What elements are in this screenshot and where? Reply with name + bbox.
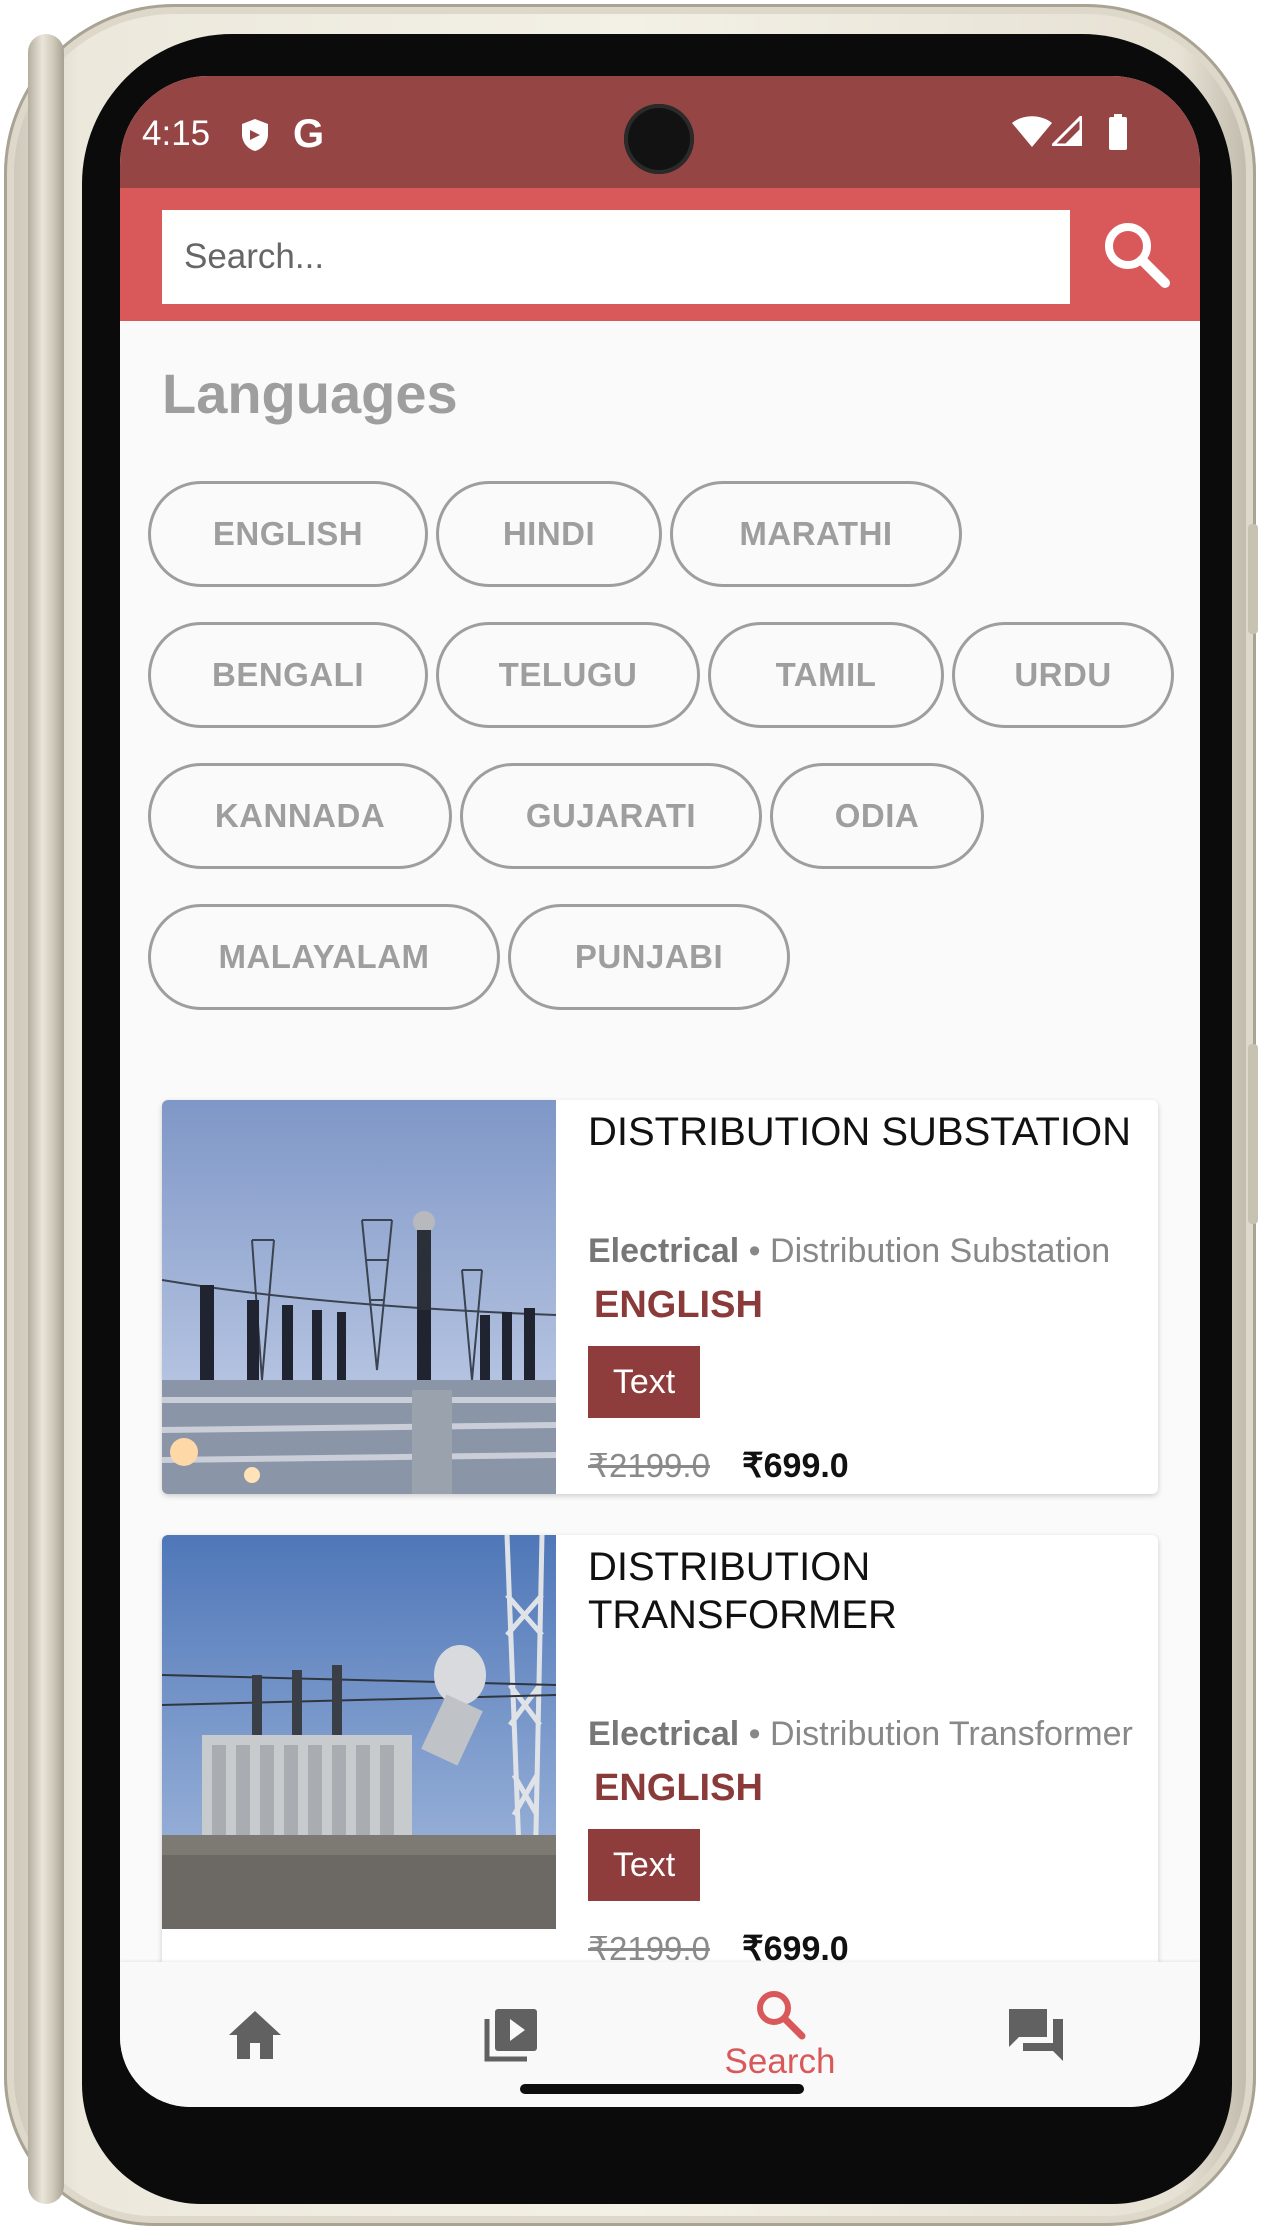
language-chip-punjabi[interactable]: PUNJABI (508, 904, 790, 1010)
course-category-line: Electrical • Distribution Transformer (588, 1715, 1133, 1754)
course-subcategory: Distribution Substation (770, 1232, 1111, 1270)
app-screen: 4:15 G Search... Languages ENGLISH HINDI… (120, 76, 1200, 2107)
volume-button (1248, 524, 1258, 634)
nav-forum[interactable] (901, 1962, 1171, 2107)
language-chip-telugu[interactable]: TELUGU (436, 622, 700, 728)
language-chip-odia[interactable]: ODIA (770, 763, 984, 869)
language-chip-hindi[interactable]: HINDI (436, 481, 662, 587)
course-thumbnail-substation (162, 1100, 556, 1494)
language-chip-gujarati[interactable]: GUJARATI (460, 763, 762, 869)
discounted-price: ₹699.0 (742, 1447, 849, 1485)
nav-home[interactable] (120, 1962, 390, 2107)
course-title: DISTRIBUTION TRANSFORMER (588, 1545, 897, 1637)
course-card[interactable]: DISTRIBUTION TRANSFORMER Electrical • Di… (162, 1535, 1158, 1975)
course-language: ENGLISH (594, 1284, 763, 1326)
course-category-line: Electrical • Distribution Substation (588, 1232, 1110, 1271)
status-bar: 4:15 G (120, 76, 1200, 188)
language-chip-marathi[interactable]: MARATHI (670, 481, 962, 587)
course-thumbnail-transformer (162, 1535, 556, 1929)
course-category: Electrical (588, 1715, 740, 1753)
signal-icon (1049, 113, 1083, 151)
language-chip-tamil[interactable]: TAMIL (708, 622, 944, 728)
language-chip-urdu[interactable]: URDU (952, 622, 1174, 728)
course-language: ENGLISH (594, 1767, 763, 1809)
course-title: DISTRIBUTION SUBSTATION (588, 1110, 1131, 1154)
wifi-icon (1012, 116, 1052, 153)
video-library-icon (484, 2008, 537, 2061)
course-subcategory: Distribution Transformer (770, 1715, 1133, 1753)
home-icon (229, 2010, 281, 2059)
search-icon (757, 1990, 806, 2039)
language-chip-malayalam[interactable]: MALAYALAM (148, 904, 500, 1010)
language-chip-kannada[interactable]: KANNADA (148, 763, 452, 869)
nav-search-label: Search (724, 2041, 836, 2081)
search-button[interactable] (1096, 214, 1176, 294)
search-icon (1105, 223, 1170, 288)
status-time: 4:15 (142, 114, 211, 153)
power-button (1248, 1044, 1258, 1224)
language-chip-english[interactable]: ENGLISH (148, 481, 428, 587)
device-hinge (28, 34, 64, 2204)
search-input[interactable] (162, 210, 1070, 304)
course-card[interactable]: DISTRIBUTION SUBSTATION Electrical • Dis… (162, 1100, 1158, 1494)
languages-heading: Languages (162, 362, 458, 425)
content-type-badge: Text (588, 1346, 700, 1418)
language-chip-bengali[interactable]: BENGALI (148, 622, 428, 728)
shield-icon (240, 118, 270, 157)
content-type-badge: Text (588, 1829, 700, 1901)
forum-icon (1009, 2008, 1063, 2061)
battery-icon (1108, 114, 1128, 155)
meta-separator: • (748, 1715, 761, 1753)
front-camera (624, 104, 694, 174)
course-category: Electrical (588, 1232, 740, 1270)
search-header (120, 188, 1200, 321)
original-price: ₹2199.0 (588, 1447, 710, 1484)
google-icon: G (293, 112, 325, 156)
gesture-handle (520, 2084, 804, 2094)
meta-separator: • (748, 1232, 761, 1270)
device-frame: 4:15 G Search... Languages ENGLISH HINDI… (4, 4, 1258, 2226)
